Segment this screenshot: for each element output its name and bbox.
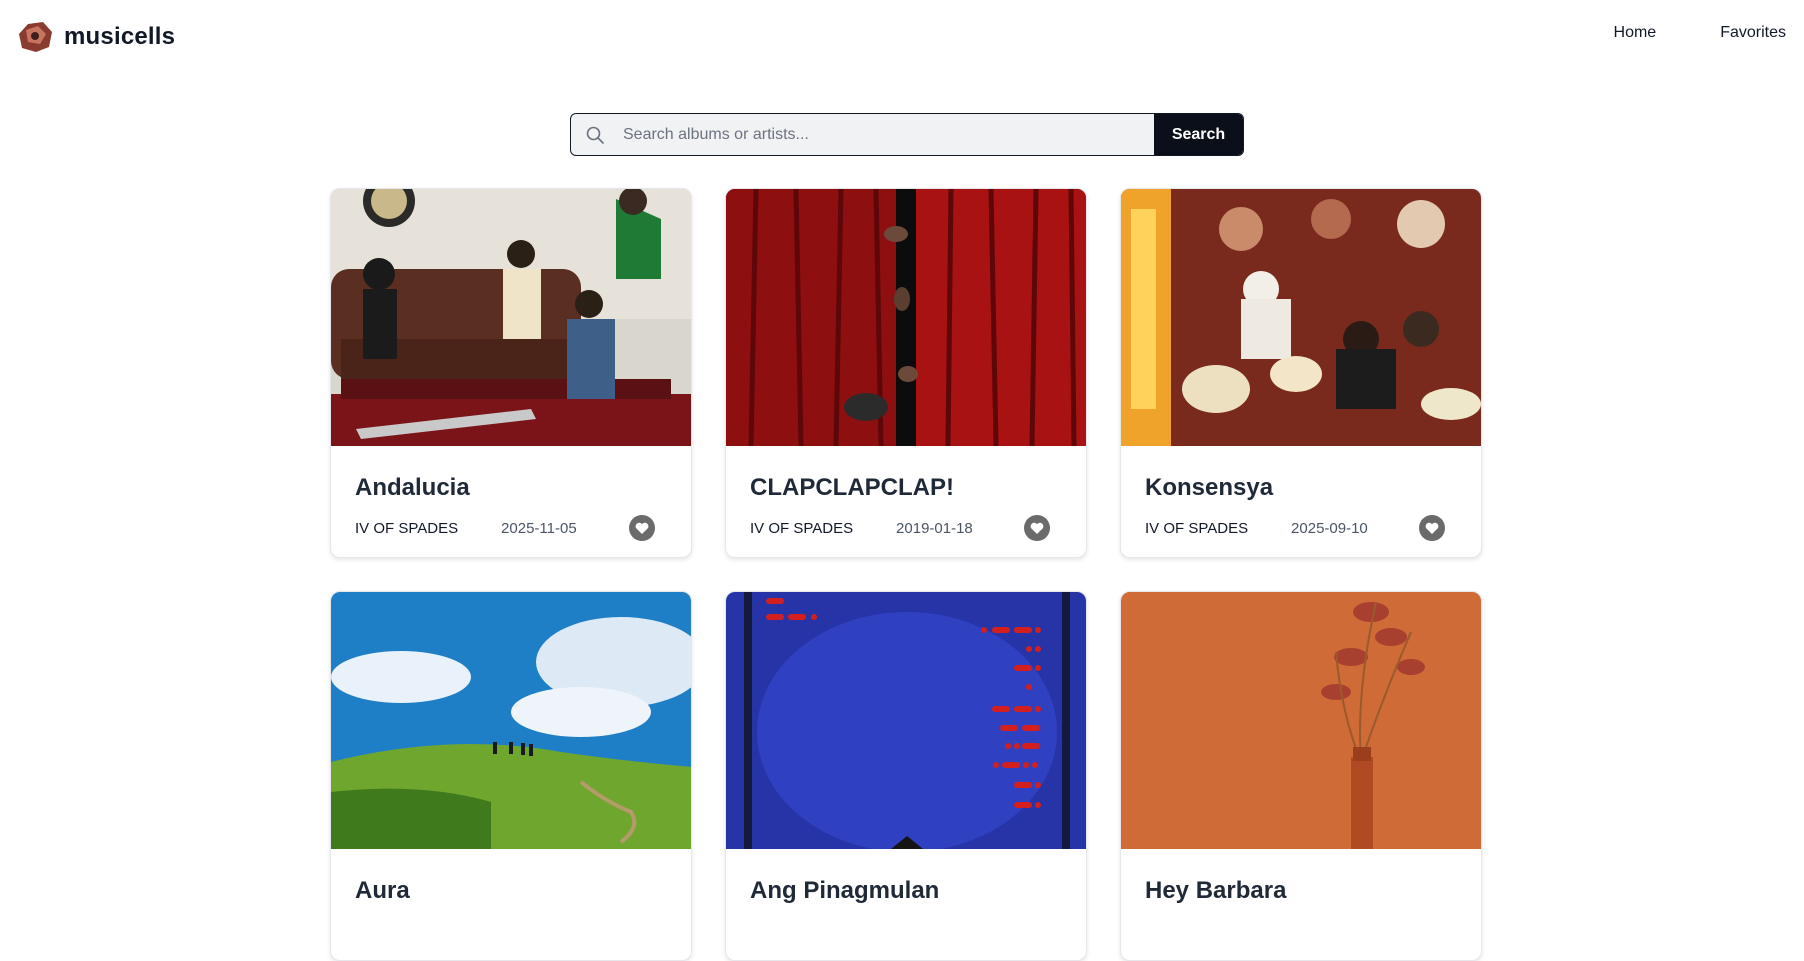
album-cover[interactable] [726,189,1086,446]
album-card[interactable]: Andalucia IV OF SPADES 2025-11-05 [330,188,692,558]
album-title[interactable]: Hey Barbara [1145,875,1457,907]
album-card[interactable]: Aura [330,591,692,961]
favorite-button[interactable] [629,515,655,541]
album-meta: IV OF SPADES 2019-01-18 [750,514,1062,542]
album-logo-icon [19,22,52,52]
album-grid: Andalucia IV OF SPADES 2025-11-05 CLAPCL… [330,188,1484,961]
search-icon [571,114,619,155]
heart-icon [635,522,649,534]
main-nav: Home Favorites [1614,24,1786,42]
nav-home-link[interactable]: Home [1614,24,1657,42]
album-artist: IV OF SPADES [1145,519,1249,537]
search-bar: Search [570,113,1244,156]
album-cover[interactable] [331,592,691,849]
album-title[interactable]: Aura [355,875,667,907]
album-meta: IV OF SPADES 2025-11-05 [355,514,667,542]
album-cover[interactable] [726,592,1086,849]
album-release-date: 2019-01-18 [896,519,973,537]
search-button[interactable]: Search [1154,114,1243,155]
heart-icon [1030,522,1044,534]
album-cover[interactable] [1121,592,1481,849]
album-release-date: 2025-09-10 [1291,519,1368,537]
album-card[interactable]: Konsensya IV OF SPADES 2025-09-10 [1120,188,1482,558]
album-meta: IV OF SPADES 2025-09-10 [1145,514,1457,542]
brand-name: musicells [64,23,176,50]
heart-icon [1425,522,1439,534]
search-input[interactable] [619,114,1154,155]
nav-favorites-link[interactable]: Favorites [1720,24,1786,42]
album-title[interactable]: Konsensya [1145,472,1457,504]
album-card[interactable]: Hey Barbara [1120,591,1482,961]
album-artist: IV OF SPADES [355,519,459,537]
album-release-date: 2025-11-05 [501,519,577,537]
favorite-button[interactable] [1419,515,1445,541]
album-title[interactable]: CLAPCLAPCLAP! [750,472,1062,504]
album-cover[interactable] [1121,189,1481,446]
album-cover[interactable] [331,189,691,446]
album-title[interactable]: Ang Pinagmulan [750,875,1062,907]
album-artist: IV OF SPADES [750,519,854,537]
album-title[interactable]: Andalucia [355,472,667,504]
album-card[interactable]: Ang Pinagmulan [725,591,1087,961]
top-bar: musicells Home Favorites [0,0,1804,72]
favorite-button[interactable] [1024,515,1050,541]
album-card[interactable]: CLAPCLAPCLAP! IV OF SPADES 2019-01-18 [725,188,1087,558]
brand[interactable]: musicells [16,20,175,54]
